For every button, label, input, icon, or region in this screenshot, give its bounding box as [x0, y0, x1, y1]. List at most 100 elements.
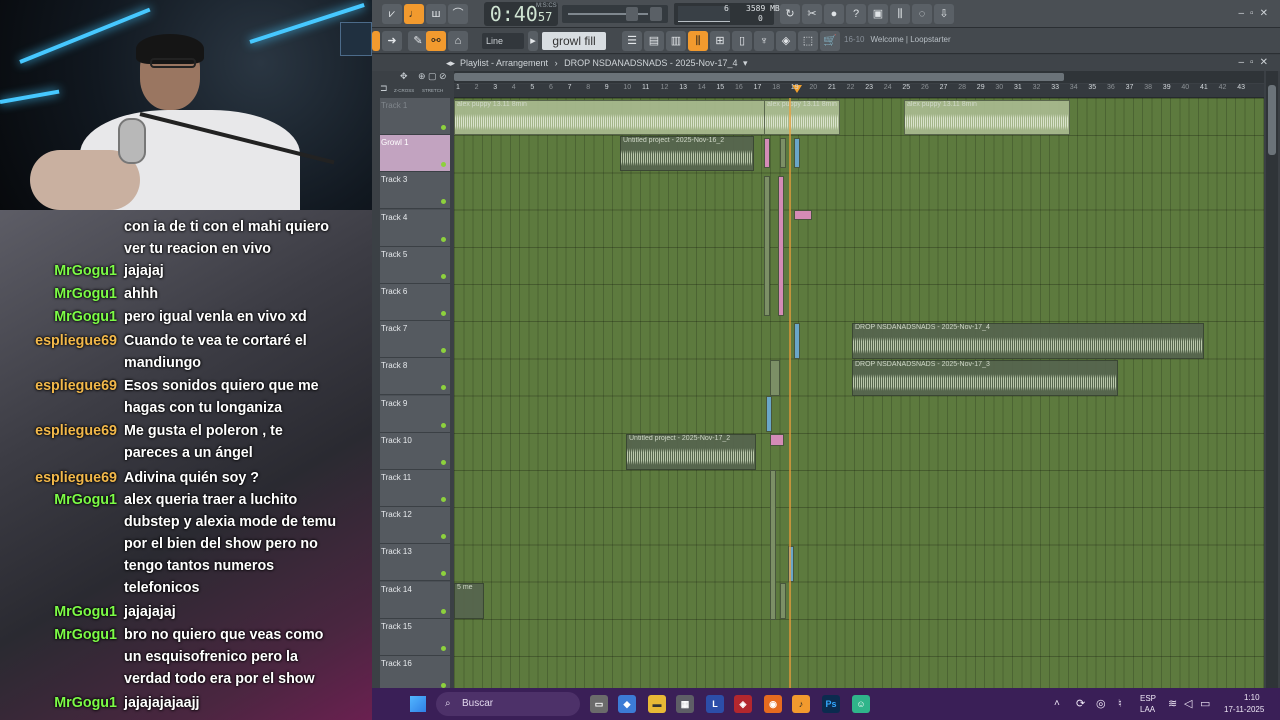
pattern-prev[interactable]: ▸	[528, 31, 538, 51]
arrow-right-icon[interactable]: ➜	[382, 31, 402, 51]
track-header[interactable]: Track 8	[380, 358, 450, 396]
snap-select[interactable]: Line	[482, 33, 524, 49]
plugin-icon[interactable]: ▯	[732, 31, 752, 51]
browser-icon[interactable]: ⊞	[710, 31, 730, 51]
automation-clip[interactable]	[780, 138, 786, 168]
fl-studio-icon[interactable]: ♪	[792, 695, 810, 713]
mic-tray-icon[interactable]: ♮	[1118, 697, 1122, 710]
track-name[interactable]: Track 14	[381, 585, 412, 594]
track-header[interactable]: Track 3	[380, 172, 450, 210]
track-name[interactable]: Track 11	[381, 473, 411, 482]
track-name[interactable]: Track 12	[381, 510, 412, 519]
track-header[interactable]: Track 15	[380, 618, 450, 656]
app-l-icon[interactable]: L	[706, 695, 724, 713]
track-header[interactable]: Track 10	[380, 432, 450, 470]
app-green-icon[interactable]: ☺	[852, 695, 870, 713]
track-header[interactable]: Track 12	[380, 507, 450, 545]
track-name[interactable]: Track 7	[381, 324, 407, 333]
cut-icon[interactable]: ✂	[802, 4, 822, 24]
audio-clip[interactable]: alex puppy 13.11 8min	[904, 100, 1070, 135]
vertical-scrollbar[interactable]	[1266, 71, 1278, 688]
pitch-reset[interactable]	[650, 7, 662, 21]
chat-username[interactable]: MrGogu1	[54, 601, 117, 623]
tempo-icon[interactable]: ♩	[404, 4, 424, 24]
magnet-icon[interactable]: ⊐	[380, 83, 388, 94]
automation-clip[interactable]	[770, 470, 776, 620]
timeline-ruler[interactable]: 1 2 3 4 5 6 7 8 9 10 11 12 13 14 15 16 17 18 19 20 21 22 23 24 2…	[454, 84, 1264, 98]
clock-date[interactable]: 17-11-2025	[1224, 705, 1264, 714]
photoshop-icon[interactable]: Ps	[822, 695, 840, 713]
chat-username[interactable]: MrGogu1	[54, 283, 117, 305]
chat-username[interactable]: MrGogu1	[54, 489, 117, 511]
track-header[interactable]: Growl 1	[380, 135, 450, 173]
save-icon[interactable]: ▣	[868, 4, 888, 24]
location-icon[interactable]: ◎	[1096, 697, 1106, 710]
track-header[interactable]: Track 16	[380, 656, 450, 688]
channel-rack-icon[interactable]: ▥	[666, 31, 686, 51]
audio-clip[interactable]: Untitled project - 2025-Nov-17_2	[626, 434, 756, 470]
piano-roll-icon[interactable]: ▤	[644, 31, 664, 51]
sync-icon[interactable]: ⟳	[1076, 697, 1085, 710]
audio-clip[interactable]: alex puppy 13.11 8min	[764, 100, 840, 135]
automation-clip[interactable]	[766, 396, 772, 432]
track-name[interactable]: Track 3	[381, 175, 407, 184]
plugin-db-icon[interactable]: ⬚	[798, 31, 818, 51]
mic-icon[interactable]: ●	[824, 4, 844, 24]
track-header[interactable]: Track 4	[380, 209, 450, 247]
track-header[interactable]: Track 7	[380, 321, 450, 359]
track-header[interactable]: Track 9	[380, 395, 450, 433]
track-enable-led[interactable]	[441, 348, 446, 354]
automation-clip[interactable]	[770, 360, 780, 396]
brush-icon[interactable]: ✎	[408, 31, 428, 51]
automation-clip[interactable]	[780, 583, 786, 619]
antivirus-icon[interactable]: ◈	[734, 695, 752, 713]
chat-username[interactable]: MrGogu1	[54, 306, 117, 328]
metronome-icon[interactable]: ⌒	[448, 4, 468, 24]
language-secondary[interactable]: LAA	[1140, 705, 1155, 714]
track-name[interactable]: Track 16	[381, 659, 412, 668]
track-enable-led[interactable]	[441, 236, 446, 242]
track-enable-led[interactable]	[441, 125, 446, 130]
track-name[interactable]: Track 8	[381, 361, 407, 370]
track-enable-led[interactable]	[441, 497, 446, 502]
link-icon[interactable]: ⚯	[426, 31, 446, 51]
track-header[interactable]: Track 5	[380, 246, 450, 284]
language-primary[interactable]: ESP	[1140, 694, 1156, 703]
mixer-window-icon[interactable]: ⫼	[688, 31, 708, 51]
audio-clip[interactable]: Untitled project - 2025-Nov-16_2	[620, 136, 754, 171]
track-name[interactable]: Track 1	[381, 101, 407, 110]
windows-start-icon[interactable]	[410, 696, 426, 712]
automation-clip[interactable]	[764, 176, 770, 316]
chat-username[interactable]: espliegue69	[35, 330, 117, 352]
chat-icon[interactable]: ◌	[912, 4, 932, 24]
overview-window[interactable]	[454, 73, 1064, 81]
track-enable-led[interactable]	[441, 645, 446, 651]
track-enable-led[interactable]	[441, 459, 446, 465]
tool-icons[interactable]: ⊕ ▢ ⊘	[418, 71, 447, 82]
firefox-icon[interactable]: ◉	[764, 695, 782, 713]
panel-toggle[interactable]	[372, 31, 380, 51]
battery-icon[interactable]: ▭	[1200, 697, 1210, 710]
track-enable-led[interactable]	[441, 311, 446, 316]
track-name[interactable]: Track 10	[381, 436, 412, 445]
audio-clip[interactable]: DROP NSDANADSNADS - 2025-Nov-17_3	[852, 360, 1118, 396]
automation-clip[interactable]	[764, 138, 770, 168]
cart-icon[interactable]: 🛒	[820, 31, 840, 51]
mixer-icon[interactable]: ⫼	[890, 4, 910, 24]
track-header[interactable]: Track 14	[380, 581, 450, 619]
file-explorer-icon[interactable]: ▬	[648, 695, 666, 713]
track-enable-led[interactable]	[441, 199, 446, 205]
track-enable-led[interactable]	[441, 571, 446, 577]
download-icon[interactable]: ⇩	[934, 4, 954, 24]
arrangement-chevron-icon[interactable]: ▾	[743, 58, 748, 68]
pitch-knob[interactable]	[626, 7, 638, 21]
volume-icon[interactable]: ◁	[1184, 697, 1192, 710]
playlist-icon[interactable]: ☰	[622, 31, 642, 51]
playlist-arrow-icon[interactable]: ◂▸	[446, 55, 455, 71]
taskbar-search[interactable]: ⌕ Buscar	[436, 692, 580, 716]
task-view-icon[interactable]: ▭	[590, 695, 608, 713]
playlist-window-controls[interactable]: –▫✕	[1239, 55, 1275, 71]
track-enable-led[interactable]	[441, 385, 446, 391]
track-enable-led[interactable]	[441, 534, 446, 540]
undo-icon[interactable]: ↻	[780, 4, 800, 24]
